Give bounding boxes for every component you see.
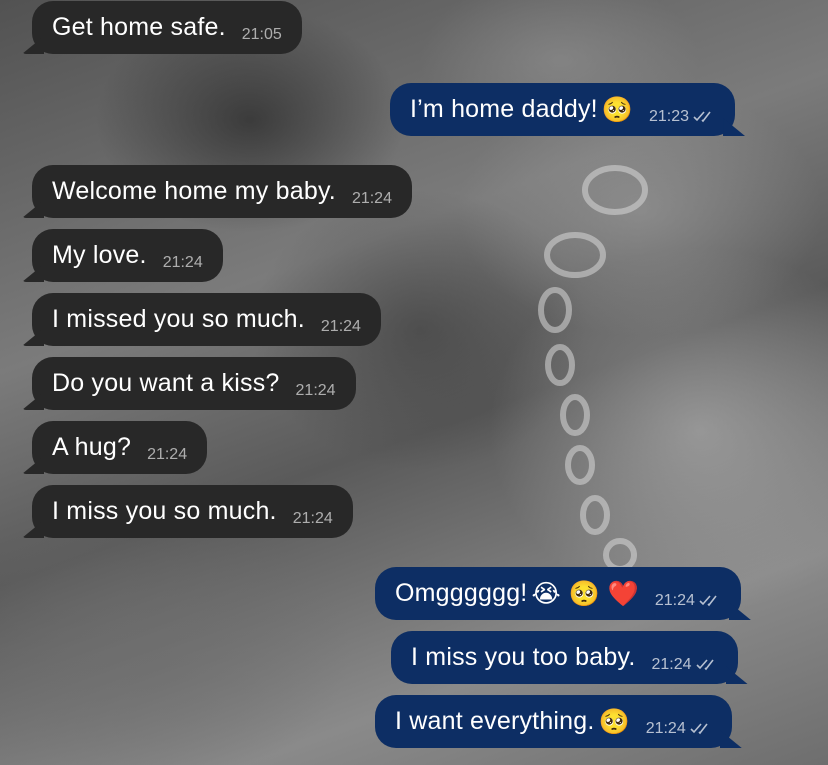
message-meta: 21:24 <box>147 446 187 464</box>
message-meta: 21:24 <box>293 510 333 528</box>
message-text: I miss you so much. <box>52 497 277 525</box>
pleading-face-emoji: 🥺 <box>598 706 630 736</box>
message-text: Get home safe. <box>52 13 226 41</box>
message-meta: 21:23 <box>649 108 715 126</box>
message-text: My love. <box>52 241 147 269</box>
message-bubble-outgoing[interactable]: Omgggggg! 😭 🥺 ❤️ 21:24 <box>375 567 741 620</box>
double-check-icon <box>699 594 717 606</box>
message-meta: 21:24 <box>296 382 336 400</box>
message-meta: 21:24 <box>352 190 392 208</box>
message-bubble-outgoing[interactable]: I want everything. 🥺 21:24 <box>375 695 732 748</box>
message-time: 21:24 <box>320 317 361 335</box>
message-time: 21:24 <box>147 445 188 463</box>
message-time: 21:05 <box>241 25 282 43</box>
message-meta: 21:24 <box>655 592 721 610</box>
message-text: Welcome home my baby. <box>52 177 336 205</box>
message-bubble-incoming[interactable]: A hug? 21:24 <box>32 421 208 474</box>
message-time: 21:24 <box>292 509 333 527</box>
message-text: I miss you too baby. <box>411 643 636 671</box>
message-bubble-incoming[interactable]: My love. 21:24 <box>32 229 223 282</box>
double-check-icon <box>690 722 708 734</box>
message-time: 21:24 <box>351 189 392 207</box>
message-bubble-incoming[interactable]: Do you want a kiss? 21:24 <box>32 357 356 410</box>
message-bubble-incoming[interactable]: Get home safe. 21:05 <box>32 1 302 54</box>
message-text: A hug? <box>52 433 132 461</box>
message-text: I missed you so much. <box>52 305 305 333</box>
message-time: 21:24 <box>654 591 695 609</box>
message-time: 21:24 <box>295 381 336 399</box>
message-time: 21:24 <box>162 253 203 271</box>
message-bubble-incoming[interactable]: Welcome home my baby. 21:24 <box>32 165 412 218</box>
message-bubble-incoming[interactable]: I missed you so much. 21:24 <box>32 293 381 346</box>
message-time: 21:24 <box>651 655 692 673</box>
message-text: Do you want a kiss? <box>52 369 280 397</box>
message-text: I want everything. <box>395 707 595 735</box>
message-text: Omgggggg! <box>395 579 528 607</box>
message-text: I’m home daddy! <box>410 95 598 123</box>
crying-pleading-heart-emoji: 😭 🥺 ❤️ <box>531 578 639 608</box>
message-meta: 21:24 <box>163 254 203 272</box>
message-time: 21:23 <box>648 107 690 125</box>
wallpaper-chain-decoration <box>538 165 648 572</box>
double-check-icon <box>693 110 711 122</box>
double-check-icon <box>695 658 714 670</box>
message-time: 21:24 <box>645 719 686 737</box>
message-bubble-outgoing[interactable]: I’m home daddy! 🥺 21:23 <box>390 83 736 136</box>
pleading-face-emoji: 🥺 <box>601 94 633 124</box>
message-meta: 21:24 <box>321 318 361 336</box>
message-meta: 21:05 <box>242 26 282 44</box>
message-bubble-outgoing[interactable]: I miss you too baby. 21:24 <box>391 631 738 684</box>
message-bubble-incoming[interactable]: I miss you so much. 21:24 <box>32 485 353 538</box>
message-meta: 21:24 <box>651 656 717 674</box>
message-meta: 21:24 <box>646 720 712 738</box>
